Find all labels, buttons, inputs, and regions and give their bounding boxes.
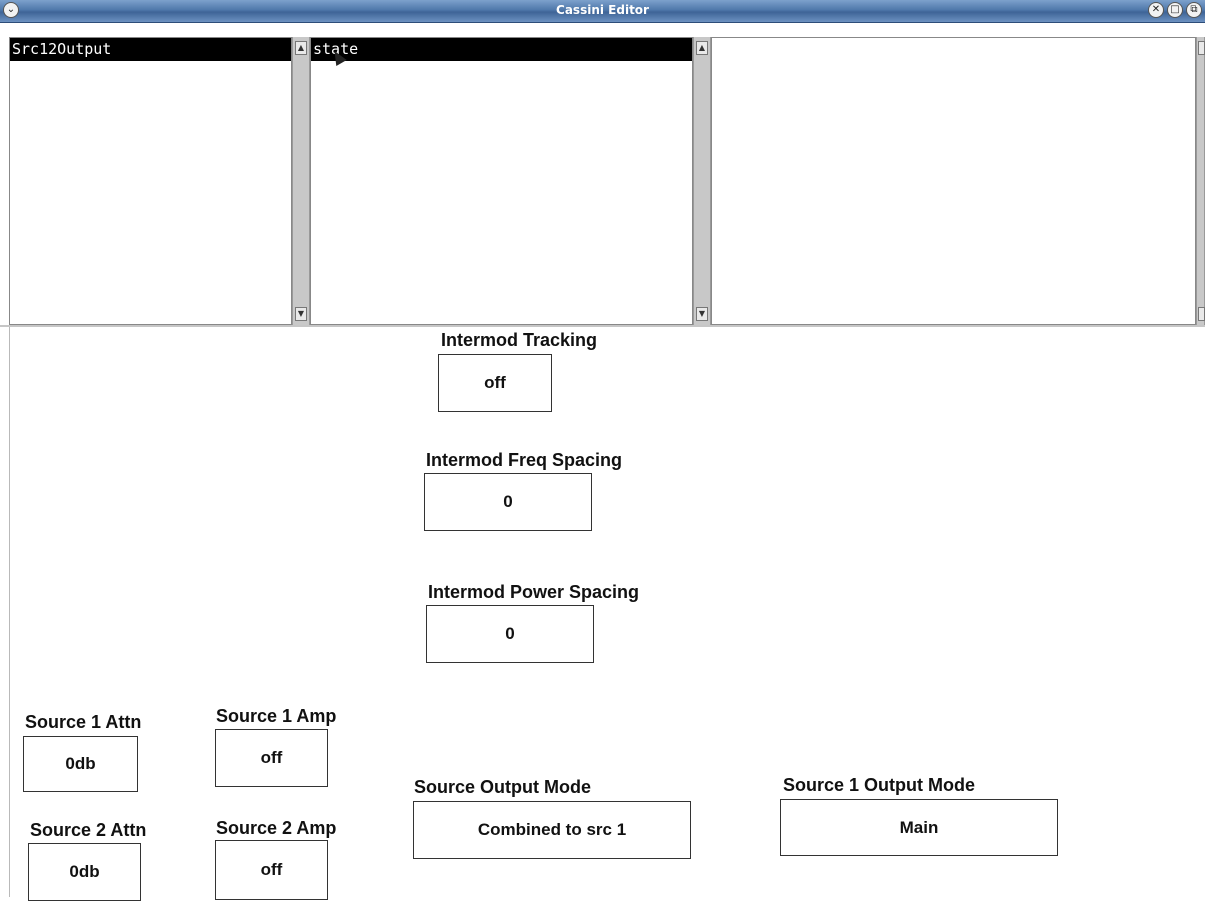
source1-amp-button[interactable]: off xyxy=(215,729,328,787)
source1-attn-label: Source 1 Attn xyxy=(25,712,142,732)
source1-output-mode-button[interactable]: Main xyxy=(780,799,1058,856)
intermod-power-spacing-label: Intermod Power Spacing xyxy=(428,582,640,602)
intermod-tracking-button[interactable]: off xyxy=(438,354,552,412)
pane-divider[interactable] xyxy=(0,325,1205,327)
intermod-freq-spacing-label: Intermod Freq Spacing xyxy=(426,450,623,470)
source1-attn-field[interactable]: 0db xyxy=(23,736,138,792)
list-item-selected[interactable]: Src12Output xyxy=(10,38,291,61)
restore-icon[interactable]: ⧉ xyxy=(1186,2,1202,18)
source-output-mode-label: Source Output Mode xyxy=(414,777,591,797)
scroll-up-icon[interactable]: ▲ xyxy=(295,41,307,55)
source2-attn-field[interactable]: 0db xyxy=(28,843,141,901)
source2-amp-label: Source 2 Amp xyxy=(216,818,337,838)
intermod-power-spacing-field[interactable]: 0 xyxy=(426,605,594,663)
source1-output-mode-label: Source 1 Output Mode xyxy=(783,775,976,795)
scrollbar-left[interactable]: ▲ ▼ xyxy=(292,37,310,325)
source2-amp-button[interactable]: off xyxy=(215,840,328,900)
source2-attn-label: Source 2 Attn xyxy=(30,820,147,840)
maximize-icon[interactable]: □ xyxy=(1167,2,1183,18)
close-icon[interactable]: ✕ xyxy=(1148,2,1164,18)
list-pane-left[interactable]: Src12Output xyxy=(9,37,292,325)
panel-border xyxy=(9,327,10,897)
list-item-selected[interactable]: state xyxy=(311,38,692,61)
scrollbar-right[interactable] xyxy=(1196,37,1205,325)
source-output-mode-button[interactable]: Combined to src 1 xyxy=(413,801,691,859)
title-bar: ⌄ Cassini Editor ✕ □ ⧉ xyxy=(0,0,1205,23)
scroll-up-icon[interactable] xyxy=(1198,41,1205,55)
intermod-tracking-label: Intermod Tracking xyxy=(441,330,598,350)
list-pane-right[interactable] xyxy=(711,37,1196,325)
scroll-down-icon[interactable]: ▼ xyxy=(696,307,708,321)
list-pane-middle[interactable]: state xyxy=(310,37,693,325)
scroll-up-icon[interactable]: ▲ xyxy=(696,41,708,55)
scroll-down-icon[interactable]: ▼ xyxy=(295,307,307,321)
window-title: Cassini Editor xyxy=(556,3,649,17)
source1-amp-label: Source 1 Amp xyxy=(216,706,337,726)
scroll-down-icon[interactable] xyxy=(1198,307,1205,321)
intermod-freq-spacing-field[interactable]: 0 xyxy=(424,473,592,531)
scrollbar-middle[interactable]: ▲ ▼ xyxy=(693,37,711,325)
